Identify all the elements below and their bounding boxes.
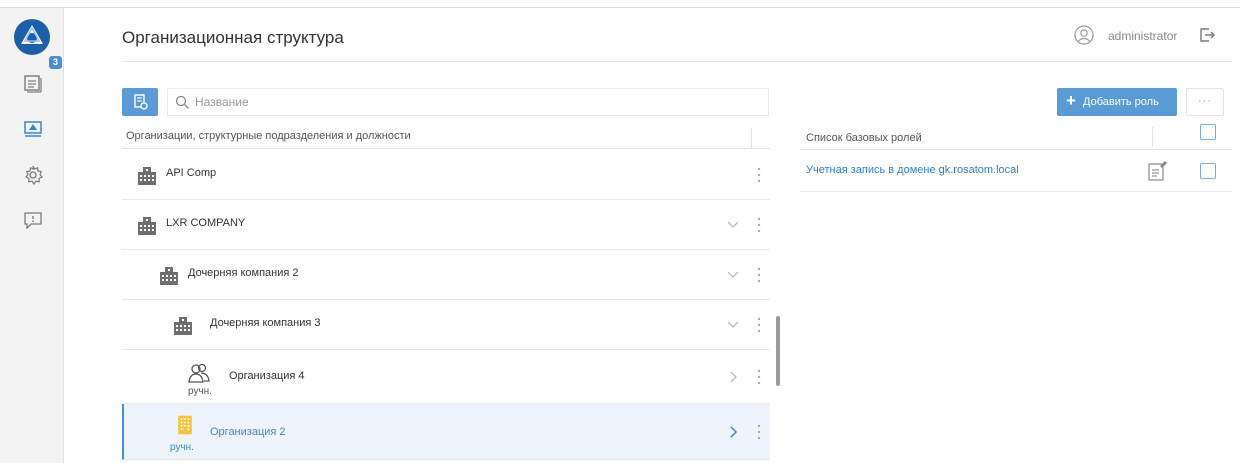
kebab-menu-icon[interactable] xyxy=(756,423,762,441)
edit-icon[interactable] xyxy=(1146,160,1168,182)
search-input[interactable] xyxy=(195,89,755,115)
building-icon xyxy=(138,217,156,235)
page-title: Организационная структура xyxy=(122,28,344,47)
tree-row-lxr-company[interactable]: LXR COMPANY xyxy=(122,200,770,250)
structure-filter-button[interactable] xyxy=(122,88,158,116)
top-divider xyxy=(0,7,1240,8)
tree-row-label: Организация 4 xyxy=(229,370,305,382)
role-link[interactable]: Учетная запись в домене gk.rosatom.local xyxy=(806,164,1019,176)
messages-badge: 3 xyxy=(49,56,62,69)
structure-filter-icon xyxy=(134,94,148,110)
building-icon xyxy=(174,317,192,335)
tree-row-organization-4[interactable]: ручн. Организация 4 xyxy=(122,350,770,404)
tree-column-header: Организации, структурные подразделения и… xyxy=(122,128,770,149)
chevron-right-icon[interactable] xyxy=(726,370,740,384)
building-yellow-icon xyxy=(178,415,192,435)
building-icon xyxy=(160,267,178,285)
users-icon xyxy=(188,363,210,383)
tree-row-label: Дочерняя компания 2 xyxy=(188,267,299,279)
chevron-down-icon[interactable] xyxy=(726,267,740,281)
messages-icon[interactable] xyxy=(22,73,44,95)
tree-row-label: LXR COMPANY xyxy=(166,217,246,229)
search-icon xyxy=(175,95,189,109)
feedback-icon[interactable] xyxy=(22,209,44,231)
kebab-menu-icon[interactable] xyxy=(756,368,762,386)
chevron-right-icon[interactable] xyxy=(726,425,740,439)
select-all-checkbox[interactable] xyxy=(1200,124,1216,140)
role-checkbox[interactable] xyxy=(1200,163,1216,179)
chevron-down-icon[interactable] xyxy=(726,217,740,231)
add-role-button[interactable]: + Добавить роль xyxy=(1057,88,1177,116)
monitor-icon[interactable] xyxy=(22,118,44,140)
tree-row-organization-2[interactable]: ручн. Организация 2 xyxy=(122,404,770,460)
kebab-menu-icon[interactable] xyxy=(756,266,762,284)
tree-row-subsidiary-2[interactable]: Дочерняя компания 2 xyxy=(122,250,770,300)
logout-icon[interactable] xyxy=(1198,26,1216,44)
tree-row-label: Организация 2 xyxy=(210,426,286,438)
tree-scrollbar[interactable] xyxy=(776,316,780,386)
role-row: Учетная запись в домене gk.rosatom.local xyxy=(800,150,1232,192)
gear-icon[interactable] xyxy=(22,164,44,186)
manual-tag: ручн. xyxy=(188,386,212,397)
logo-icon[interactable] xyxy=(14,19,50,55)
add-role-label: Добавить роль xyxy=(1083,96,1159,108)
building-icon xyxy=(138,167,156,185)
roles-column-header-label: Список базовых ролей xyxy=(806,132,922,144)
tree-column-header-label: Организации, структурные подразделения и… xyxy=(126,130,411,142)
kebab-menu-icon[interactable] xyxy=(756,166,762,184)
tree-row-label: API Comp xyxy=(166,167,217,179)
kebab-menu-icon[interactable] xyxy=(756,216,762,234)
roles-column-header: Список базовых ролей xyxy=(800,125,1232,150)
tree-row-label: Дочерняя компания 3 xyxy=(210,317,321,329)
user-name[interactable]: administrator xyxy=(1108,29,1177,43)
more-options-button[interactable]: ··· xyxy=(1186,88,1224,116)
tree-row-api-comp[interactable]: API Comp xyxy=(122,150,770,200)
user-avatar-icon[interactable] xyxy=(1074,25,1094,45)
header-divider xyxy=(122,61,1232,62)
column-divider xyxy=(1152,127,1153,147)
search-box xyxy=(167,88,769,116)
kebab-menu-icon[interactable] xyxy=(756,316,762,334)
plus-icon: + xyxy=(1066,91,1076,110)
tree-row-subsidiary-3[interactable]: Дочерняя компания 3 xyxy=(122,300,770,350)
column-divider xyxy=(751,128,752,148)
manual-tag: ручн. xyxy=(170,442,194,453)
chevron-down-icon[interactable] xyxy=(726,317,740,331)
app-window: 3 Организационная структура administrato… xyxy=(0,0,1240,463)
